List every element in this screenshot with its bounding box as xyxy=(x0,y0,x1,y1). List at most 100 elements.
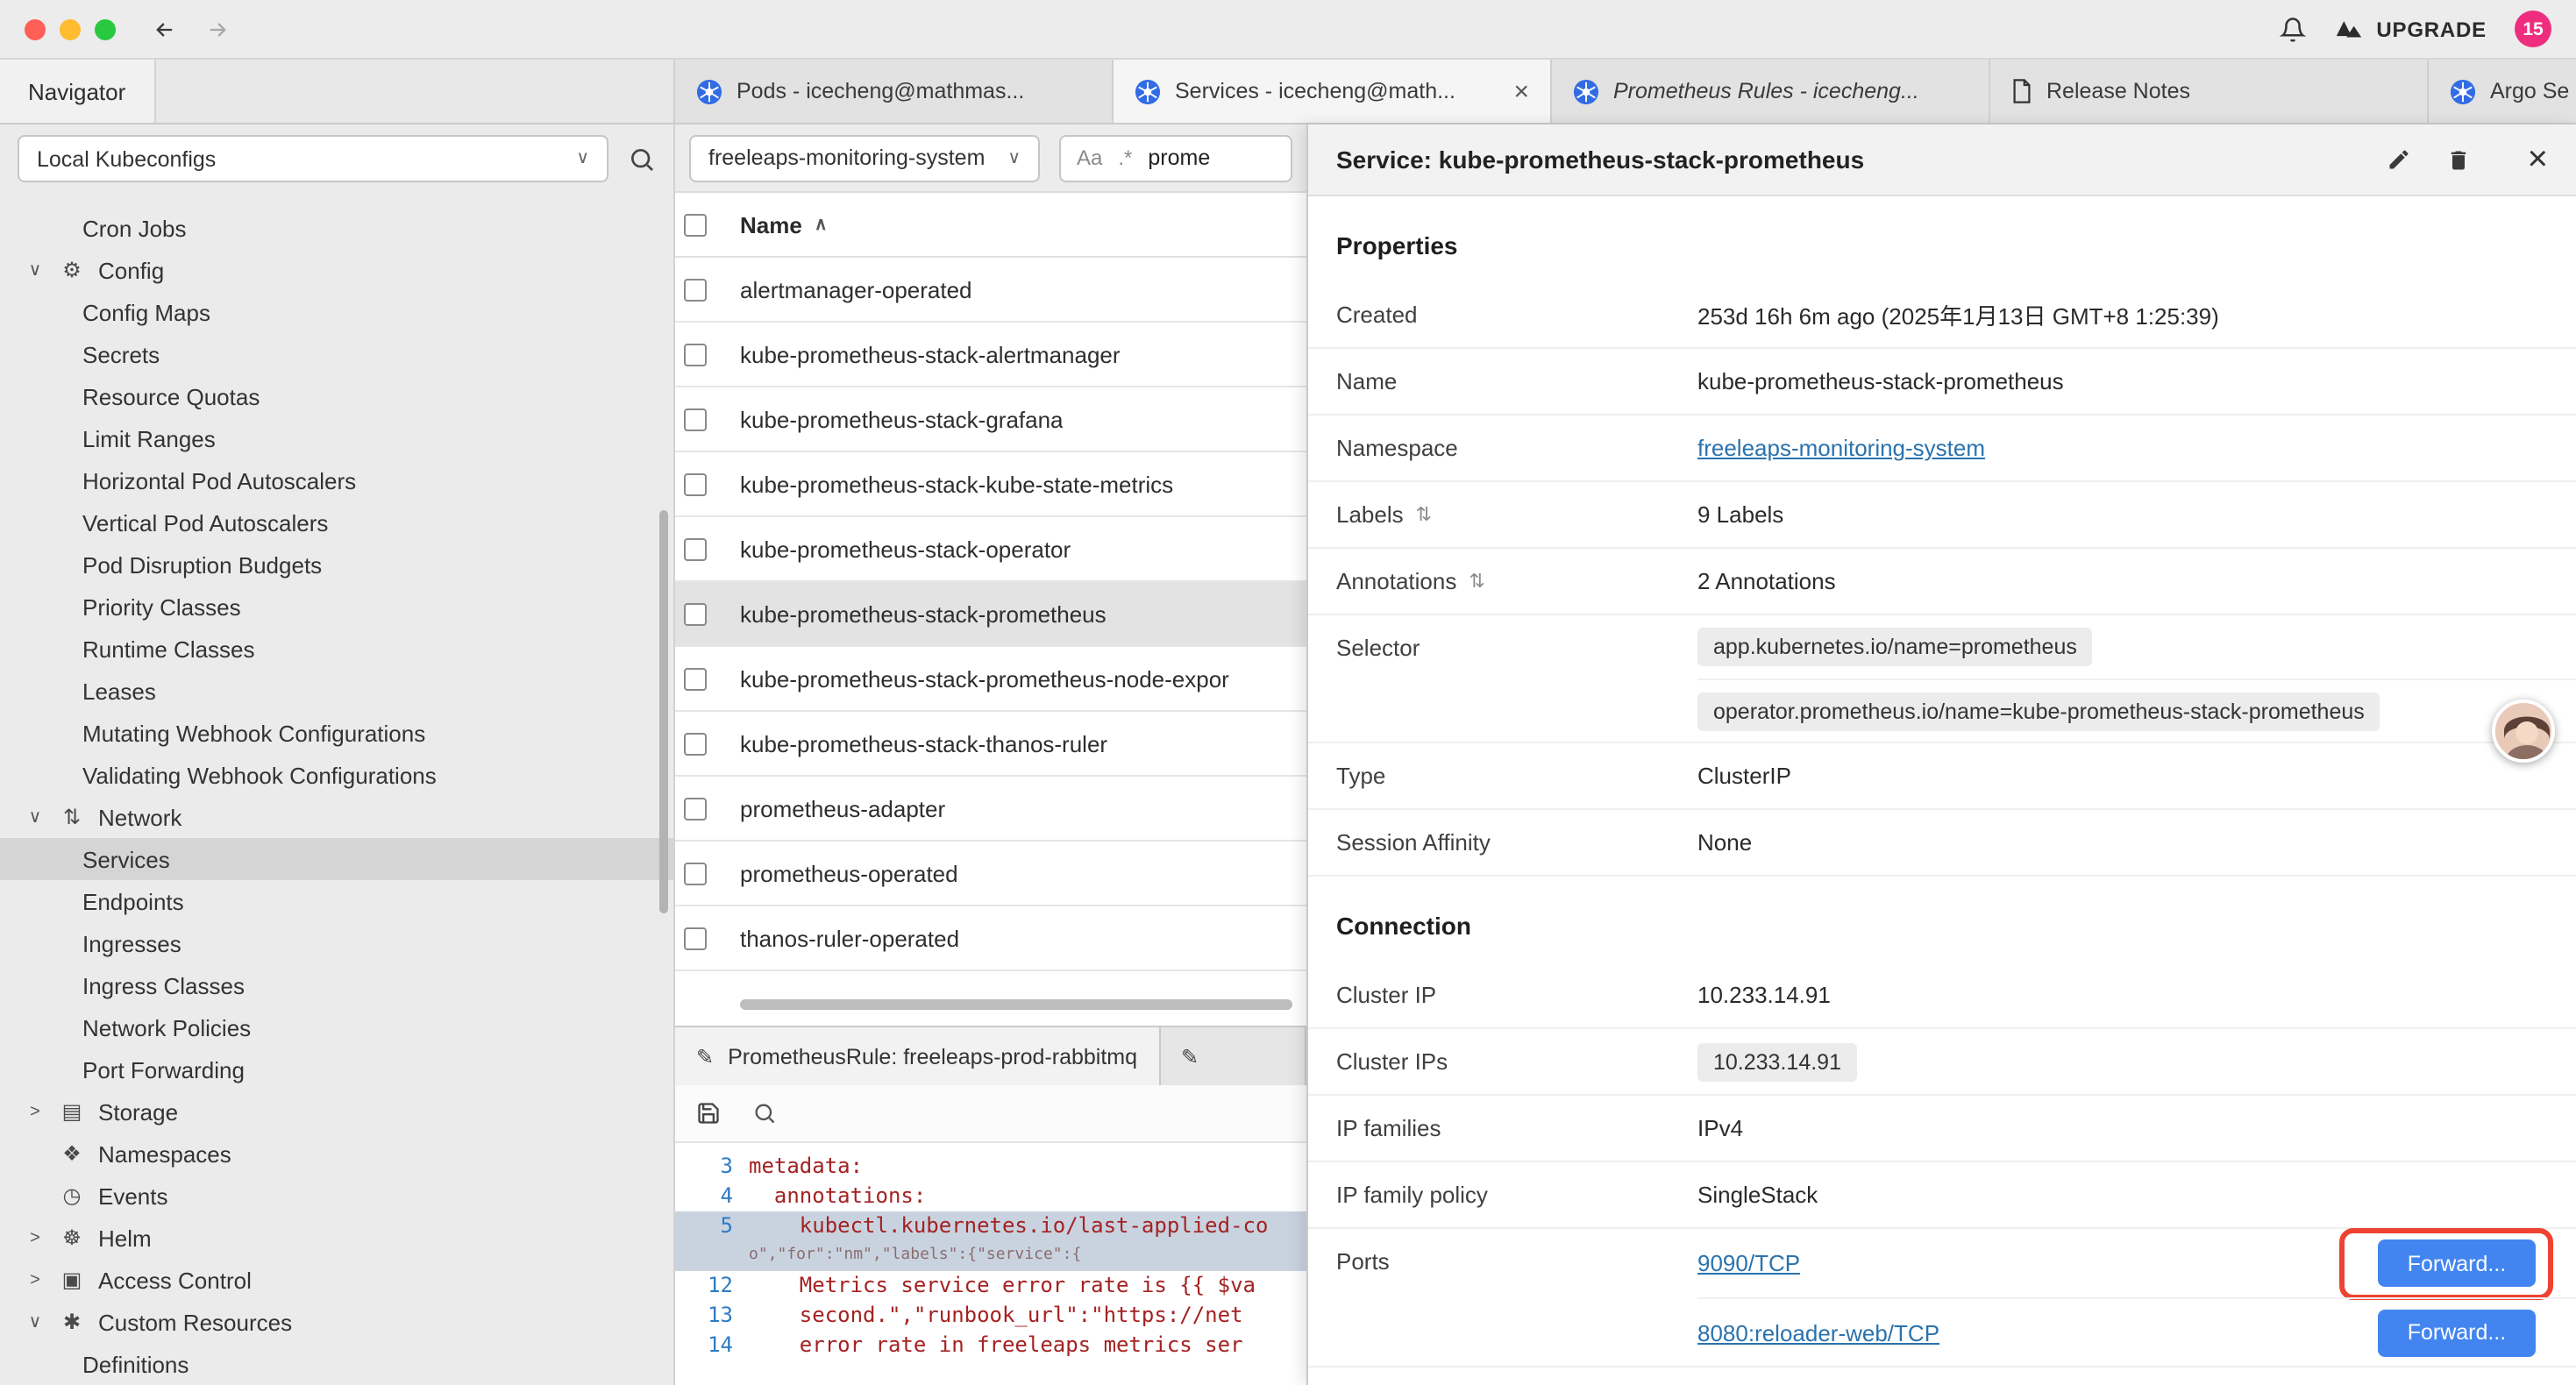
delete-button[interactable] xyxy=(2447,146,2472,173)
search-icon[interactable] xyxy=(752,1101,777,1126)
sidebar-item-vertical-pod-autoscalers[interactable]: Vertical Pod Autoscalers xyxy=(0,501,673,543)
sidebar-item-cron-jobs[interactable]: Cron Jobs xyxy=(0,207,673,249)
save-icon[interactable] xyxy=(696,1101,721,1126)
edit-button[interactable] xyxy=(2387,147,2412,172)
table-row[interactable]: alertmanager-operated xyxy=(675,258,1306,323)
sidebar-item-namespaces[interactable]: ❖Namespaces xyxy=(0,1133,673,1175)
table-row[interactable]: thanos-ruler-operated xyxy=(675,906,1306,971)
row-checkbox[interactable] xyxy=(684,667,707,690)
port-link[interactable]: 9090/TCP xyxy=(1697,1250,1800,1276)
table-row[interactable]: kube-prometheus-stack-operator xyxy=(675,517,1306,582)
sidebar-item-secrets[interactable]: Secrets xyxy=(0,333,673,375)
forward-button[interactable]: Forward... xyxy=(2378,1239,2536,1287)
sidebar-item-events[interactable]: ◷Events xyxy=(0,1175,673,1217)
tab-services-icecheng-math[interactable]: Services - icecheng@math...× xyxy=(1114,60,1552,123)
port-link[interactable]: 8080:reloader-web/TCP xyxy=(1697,1319,1939,1346)
table-row[interactable]: kube-prometheus-stack-prometheus-node-ex… xyxy=(675,647,1306,712)
titlebar: UPGRADE 15 xyxy=(0,0,2576,60)
forward-icon[interactable] xyxy=(203,17,231,41)
table-row[interactable]: kube-prometheus-stack-prometheus xyxy=(675,582,1306,647)
sidebar-scrollbar[interactable] xyxy=(659,510,668,913)
row-checkbox[interactable] xyxy=(684,732,707,755)
notifications-bell-icon[interactable] xyxy=(2280,15,2306,43)
minimize-window-button[interactable] xyxy=(60,18,81,39)
namespace-link[interactable]: freeleaps-monitoring-system xyxy=(1697,435,2576,461)
chevron-right-icon[interactable]: > xyxy=(25,1228,46,1247)
search-input[interactable]: Aa .* prome xyxy=(1059,134,1292,181)
row-checkbox[interactable] xyxy=(684,343,707,366)
table-row[interactable]: prometheus-adapter xyxy=(675,777,1306,842)
notification-count-badge[interactable]: 15 xyxy=(2515,11,2551,47)
chevron-down-icon[interactable]: ∨ xyxy=(25,807,46,827)
horizontal-scrollbar[interactable] xyxy=(740,999,1292,1010)
code-editor[interactable]: 3metadata:4 annotations:5 kubectl.kubern… xyxy=(675,1143,1306,1385)
kubeconfig-selector[interactable]: Local Kubeconfigs ∨ xyxy=(18,135,608,182)
sidebar-item-mutating-webhook-configurations[interactable]: Mutating Webhook Configurations xyxy=(0,712,673,754)
back-icon[interactable] xyxy=(151,17,179,41)
sidebar-item-resource-quotas[interactable]: Resource Quotas xyxy=(0,375,673,417)
forward-button[interactable]: Forward... xyxy=(2378,1309,2536,1356)
sidebar-item-network-policies[interactable]: Network Policies xyxy=(0,1006,673,1048)
chevron-right-icon[interactable]: > xyxy=(25,1102,46,1121)
sidebar-item-services[interactable]: Services xyxy=(0,838,673,880)
row-checkbox[interactable] xyxy=(684,927,707,949)
services-table: alertmanager-operatedkube-prometheus-sta… xyxy=(675,258,1306,971)
sidebar-item-endpoints[interactable]: Endpoints xyxy=(0,880,673,922)
sidebar-item-ingress-classes[interactable]: Ingress Classes xyxy=(0,964,673,1006)
table-row[interactable]: prometheus-operated xyxy=(675,842,1306,906)
chevron-down-icon[interactable]: ∨ xyxy=(25,260,46,280)
tab-prometheus-rules-icecheng[interactable]: Prometheus Rules - icecheng... xyxy=(1552,60,1990,123)
sidebar-item-network[interactable]: ∨⇅Network xyxy=(0,796,673,838)
sidebar-item-horizontal-pod-autoscalers[interactable]: Horizontal Pod Autoscalers xyxy=(0,459,673,501)
table-row[interactable]: kube-prometheus-stack-kube-state-metrics xyxy=(675,452,1306,517)
sidebar-item-port-forwarding[interactable]: Port Forwarding xyxy=(0,1048,673,1090)
sidebar-item-helm[interactable]: >☸Helm xyxy=(0,1217,673,1259)
tab-release-notes[interactable]: Release Notes xyxy=(1990,60,2429,123)
sidebar-item-leases[interactable]: Leases xyxy=(0,670,673,712)
editor-tab-prometheusrule[interactable]: ✎ PrometheusRule: freeleaps-prod-rabbitm… xyxy=(675,1027,1160,1085)
tab-pods-icecheng-mathmas[interactable]: Pods - icecheng@mathmas... xyxy=(675,60,1114,123)
regex-toggle[interactable]: .* xyxy=(1118,146,1132,170)
table-row[interactable]: kube-prometheus-stack-alertmanager xyxy=(675,323,1306,387)
row-checkbox[interactable] xyxy=(684,797,707,820)
row-checkbox[interactable] xyxy=(684,408,707,430)
sort-toggle-icon[interactable]: ⇅ xyxy=(1416,503,1432,526)
row-checkbox[interactable] xyxy=(684,472,707,495)
row-checkbox[interactable] xyxy=(684,278,707,301)
row-checkbox[interactable] xyxy=(684,537,707,560)
sidebar-item-custom-resources[interactable]: ∨✱Custom Resources xyxy=(0,1301,673,1343)
row-checkbox[interactable] xyxy=(684,602,707,625)
sidebar-item-definitions[interactable]: Definitions xyxy=(0,1343,673,1385)
sort-toggle-icon[interactable]: ⇅ xyxy=(1469,570,1484,593)
sidebar-item-validating-webhook-configurations[interactable]: Validating Webhook Configurations xyxy=(0,754,673,796)
row-checkbox[interactable] xyxy=(684,862,707,884)
chevron-right-icon[interactable]: > xyxy=(25,1270,46,1289)
editor-tab-partial[interactable]: ✎ xyxy=(1160,1027,1306,1085)
sidebar-item-priority-classes[interactable]: Priority Classes xyxy=(0,586,673,628)
sidebar-item-runtime-classes[interactable]: Runtime Classes xyxy=(0,628,673,670)
chevron-down-icon[interactable]: ∨ xyxy=(25,1312,46,1332)
tab-argo-se[interactable]: Argo Se xyxy=(2429,60,2576,123)
select-all-checkbox[interactable] xyxy=(684,213,707,236)
table-row[interactable]: kube-prometheus-stack-grafana xyxy=(675,387,1306,452)
sidebar-item-config-maps[interactable]: Config Maps xyxy=(0,291,673,333)
match-case-toggle[interactable]: Aa xyxy=(1077,146,1102,170)
upgrade-button[interactable]: UPGRADE xyxy=(2334,17,2487,41)
namespace-selector[interactable]: freeleaps-monitoring-system ∨ xyxy=(689,134,1040,181)
search-icon[interactable] xyxy=(628,145,656,173)
table-row[interactable]: kube-prometheus-stack-thanos-ruler xyxy=(675,712,1306,777)
close-tab-icon[interactable]: × xyxy=(1513,76,1529,106)
sidebar-item-limit-ranges[interactable]: Limit Ranges xyxy=(0,417,673,459)
close-window-button[interactable] xyxy=(25,18,46,39)
close-icon[interactable]: × xyxy=(2528,142,2548,177)
sidebar-item-pod-disruption-budgets[interactable]: Pod Disruption Budgets xyxy=(0,543,673,586)
sidebar-item-config[interactable]: ∨⚙Config xyxy=(0,249,673,291)
sidebar-item-ingresses[interactable]: Ingresses xyxy=(0,922,673,964)
sidebar-item-label: Vertical Pod Autoscalers xyxy=(82,509,328,536)
avatar[interactable] xyxy=(2492,700,2555,763)
sidebar-item-access-control[interactable]: >▣Access Control xyxy=(0,1259,673,1301)
sidebar-item-storage[interactable]: >▤Storage xyxy=(0,1090,673,1133)
zoom-window-button[interactable] xyxy=(95,18,116,39)
app-window: UPGRADE 15 Navigator Pods - icecheng@mat… xyxy=(0,0,2576,1385)
name-column-header[interactable]: Name ∧ xyxy=(740,211,828,238)
